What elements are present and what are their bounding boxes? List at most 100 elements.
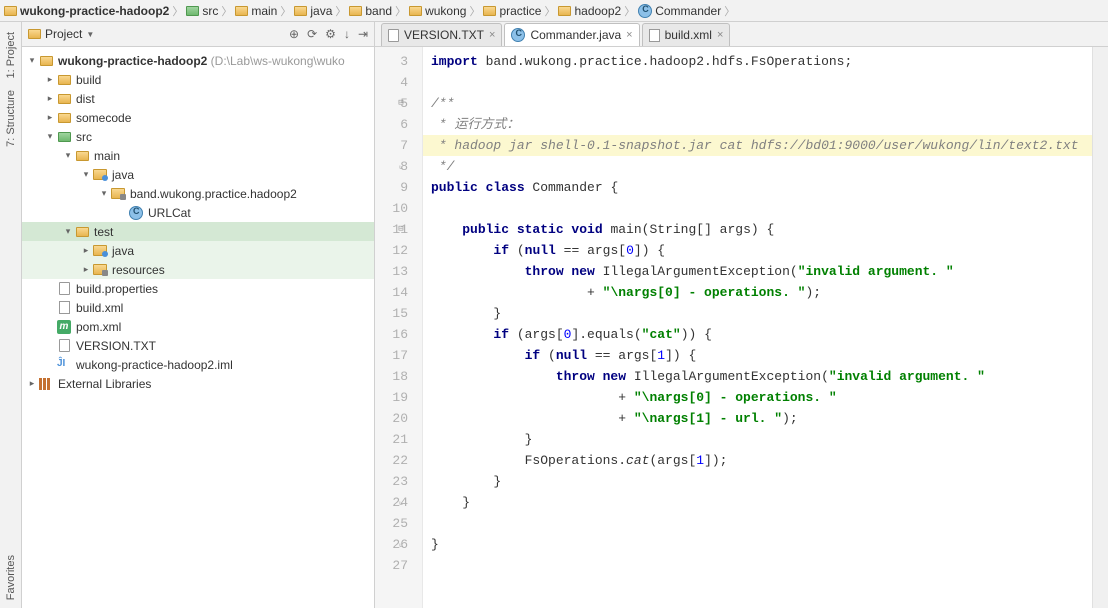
code-line[interactable]: if (null == args[1]) {	[431, 345, 1092, 366]
tree-node[interactable]: build.properties	[22, 279, 374, 298]
code-line[interactable]: if (null == args[0]) {	[431, 240, 1092, 261]
toolbar-button[interactable]: ↓	[344, 27, 350, 41]
fold-icon[interactable]: ⌞	[396, 492, 406, 513]
tree-expander[interactable]: ▸	[44, 93, 56, 104]
editor-tab[interactable]: build.xml×	[642, 23, 731, 46]
fold-icon[interactable]: ⌞	[396, 534, 406, 555]
tree-node[interactable]: VERSION.TXT	[22, 336, 374, 355]
tree-node[interactable]: ▾src	[22, 127, 374, 146]
folder-icon	[235, 6, 248, 16]
code-line[interactable]: public static void main(String[] args) {	[431, 219, 1092, 240]
tree-node[interactable]: ▾java	[22, 165, 374, 184]
code-line[interactable]: throw new IllegalArgumentException("inva…	[431, 261, 1092, 282]
tree-expander[interactable]: ▸	[26, 378, 38, 389]
code-line[interactable]: }	[431, 429, 1092, 450]
tree-node[interactable]: URLCat	[22, 203, 374, 222]
tree-expander[interactable]: ▾	[44, 131, 56, 142]
close-icon[interactable]: ×	[626, 29, 632, 41]
project-panel-title[interactable]: Project	[45, 27, 82, 41]
tree-node-label: wukong-practice-hadoop2 (D:\Lab\ws-wukon…	[58, 54, 345, 68]
code-line[interactable]: public class Commander {	[431, 177, 1092, 198]
editor-scrollbar[interactable]	[1092, 47, 1108, 608]
code-line[interactable]	[431, 198, 1092, 219]
xml-file-icon	[649, 29, 660, 42]
code-line[interactable]: }	[431, 534, 1092, 555]
tree-expander[interactable]: ▸	[80, 264, 92, 275]
code-line[interactable]: + "\nargs[0] - operations. ");	[431, 282, 1092, 303]
tab-structure[interactable]: 7: Structure	[3, 84, 19, 153]
tab-favorites[interactable]: Favorites	[5, 555, 17, 600]
toolbar-button[interactable]: ⊕	[289, 27, 299, 41]
tree-expander[interactable]: ▾	[80, 169, 92, 180]
code-line[interactable]	[431, 513, 1092, 534]
code-line[interactable]: */	[431, 156, 1092, 177]
toolbar-button[interactable]: ⇥	[358, 27, 368, 41]
tree-expander[interactable]: ▸	[80, 245, 92, 256]
tree-expander[interactable]: ▾	[98, 188, 110, 199]
breadcrumb-item[interactable]: main	[235, 4, 277, 18]
breadcrumb-label: wukong-practice-hadoop2	[20, 4, 169, 18]
tree-node[interactable]: ▾main	[22, 146, 374, 165]
toolbar-button[interactable]: ⚙	[325, 27, 336, 41]
code-line[interactable]: * 运行方式：	[431, 114, 1092, 135]
close-icon[interactable]: ×	[489, 29, 495, 41]
fold-icon[interactable]: ⊟	[396, 93, 406, 114]
tree-node[interactable]: ▸java	[22, 241, 374, 260]
tree-expander[interactable]: ▾	[62, 226, 74, 237]
code-line[interactable]: }	[431, 303, 1092, 324]
breadcrumb-label: hadoop2	[574, 4, 621, 18]
code-line[interactable]: + "\nargs[1] - url. ");	[431, 408, 1092, 429]
close-icon[interactable]: ×	[717, 29, 723, 41]
breadcrumb-item[interactable]: Commander	[638, 4, 721, 18]
code-line[interactable]	[431, 555, 1092, 576]
breadcrumb-item[interactable]: practice	[483, 4, 541, 18]
code-line[interactable]: throw new IllegalArgumentException("inva…	[431, 366, 1092, 387]
code-line[interactable]: * hadoop jar shell-0.1-snapshot.jar cat …	[423, 135, 1092, 156]
line-number: 26⌞	[375, 534, 408, 555]
folder-icon	[76, 227, 89, 237]
editor-tab[interactable]: Commander.java×	[504, 23, 639, 46]
code-line[interactable]	[431, 72, 1092, 93]
breadcrumb-item[interactable]: hadoop2	[558, 4, 621, 18]
fold-icon[interactable]: ⊟	[396, 219, 406, 240]
tree-expander[interactable]: ▾	[62, 150, 74, 161]
tree-expander[interactable]: ▸	[44, 74, 56, 85]
tree-node[interactable]: ▸dist	[22, 89, 374, 108]
tree-node[interactable]: ▸resources	[22, 260, 374, 279]
tree-node[interactable]: ▾ wukong-practice-hadoop2 (D:\Lab\ws-wuko…	[22, 51, 374, 70]
tree-expander[interactable]: ▸	[44, 112, 56, 123]
dropdown-icon[interactable]: ▼	[86, 30, 94, 39]
breadcrumb-item[interactable]: band	[349, 4, 392, 18]
toolbar-button[interactable]: ⟳	[307, 27, 317, 41]
breadcrumb-item[interactable]: java	[294, 4, 332, 18]
code-line[interactable]: /**	[431, 93, 1092, 114]
editor-code[interactable]: import band.wukong.practice.hadoop2.hdfs…	[423, 47, 1092, 608]
code-line[interactable]: }	[431, 492, 1092, 513]
line-number: 11⊟	[375, 219, 408, 240]
tree-node[interactable]: ▸somecode	[22, 108, 374, 127]
tree-node[interactable]: ▾band.wukong.practice.hadoop2	[22, 184, 374, 203]
chevron-right-icon: 〉	[172, 3, 183, 19]
tree-expander[interactable]: ▾	[26, 55, 38, 66]
fold-icon[interactable]: ⌞	[396, 156, 406, 177]
code-line[interactable]: if (args[0].equals("cat")) {	[431, 324, 1092, 345]
folder-icon	[483, 6, 496, 16]
tab-project[interactable]: 1: Project	[3, 26, 19, 84]
tree-node[interactable]: ▸External Libraries	[22, 374, 374, 393]
tree-node[interactable]: build.xml	[22, 298, 374, 317]
code-line[interactable]: FsOperations.cat(args[1]);	[431, 450, 1092, 471]
code-line[interactable]: + "\nargs[0] - operations. "	[431, 387, 1092, 408]
editor-body[interactable]: 345⊟678⌞91011⊟12131415161718192021222324…	[375, 47, 1108, 608]
editor-tab[interactable]: VERSION.TXT×	[381, 23, 502, 46]
tree-node[interactable]: mpom.xml	[22, 317, 374, 336]
tree-node[interactable]: ĴIwukong-practice-hadoop2.iml	[22, 355, 374, 374]
code-line[interactable]: }	[431, 471, 1092, 492]
project-tree[interactable]: ▾ wukong-practice-hadoop2 (D:\Lab\ws-wuko…	[22, 47, 374, 608]
line-number: 19	[375, 387, 408, 408]
breadcrumb-item[interactable]: src	[186, 4, 218, 18]
tree-node[interactable]: ▾test	[22, 222, 374, 241]
tree-node[interactable]: ▸build	[22, 70, 374, 89]
breadcrumb-item[interactable]: wukong	[409, 4, 466, 18]
code-line[interactable]: import band.wukong.practice.hadoop2.hdfs…	[431, 51, 1092, 72]
breadcrumb-item[interactable]: wukong-practice-hadoop2	[4, 4, 169, 18]
